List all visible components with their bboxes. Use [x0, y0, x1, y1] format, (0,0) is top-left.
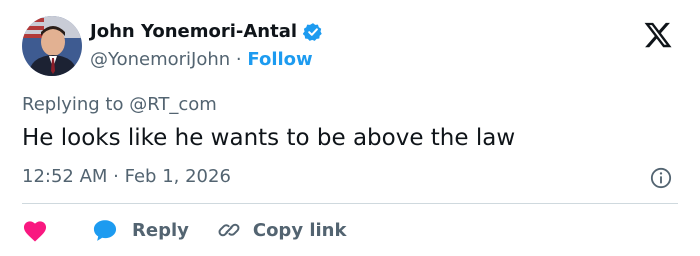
avatar[interactable]	[22, 16, 82, 76]
copy-link-button[interactable]: Copy link	[253, 220, 347, 241]
speech-bubble-icon[interactable]	[92, 218, 118, 242]
action-bar: Reply Copy link	[22, 216, 346, 244]
author-row: John Yonemori-Antal	[90, 21, 323, 42]
x-logo-icon[interactable]	[643, 20, 673, 50]
replying-to[interactable]: Replying to @RT_com	[22, 94, 217, 115]
timestamp[interactable]: 12:52 AM · Feb 1, 2026	[22, 166, 231, 187]
reply-button[interactable]: Reply	[132, 220, 189, 241]
info-icon[interactable]	[650, 167, 672, 189]
handle-row: @YonemoriJohn · Follow	[90, 49, 313, 70]
author-handle[interactable]: @YonemoriJohn	[90, 49, 230, 70]
tweet-text: He looks like he wants to be above the l…	[22, 125, 516, 151]
follow-button[interactable]: Follow	[247, 49, 312, 70]
avatar-image	[22, 16, 82, 76]
verified-badge-icon	[303, 22, 322, 41]
heart-icon[interactable]	[22, 218, 48, 242]
link-icon[interactable]	[217, 218, 241, 242]
author-name[interactable]: John Yonemori-Antal	[90, 21, 297, 42]
divider	[22, 203, 678, 204]
separator-dot: ·	[235, 49, 242, 70]
